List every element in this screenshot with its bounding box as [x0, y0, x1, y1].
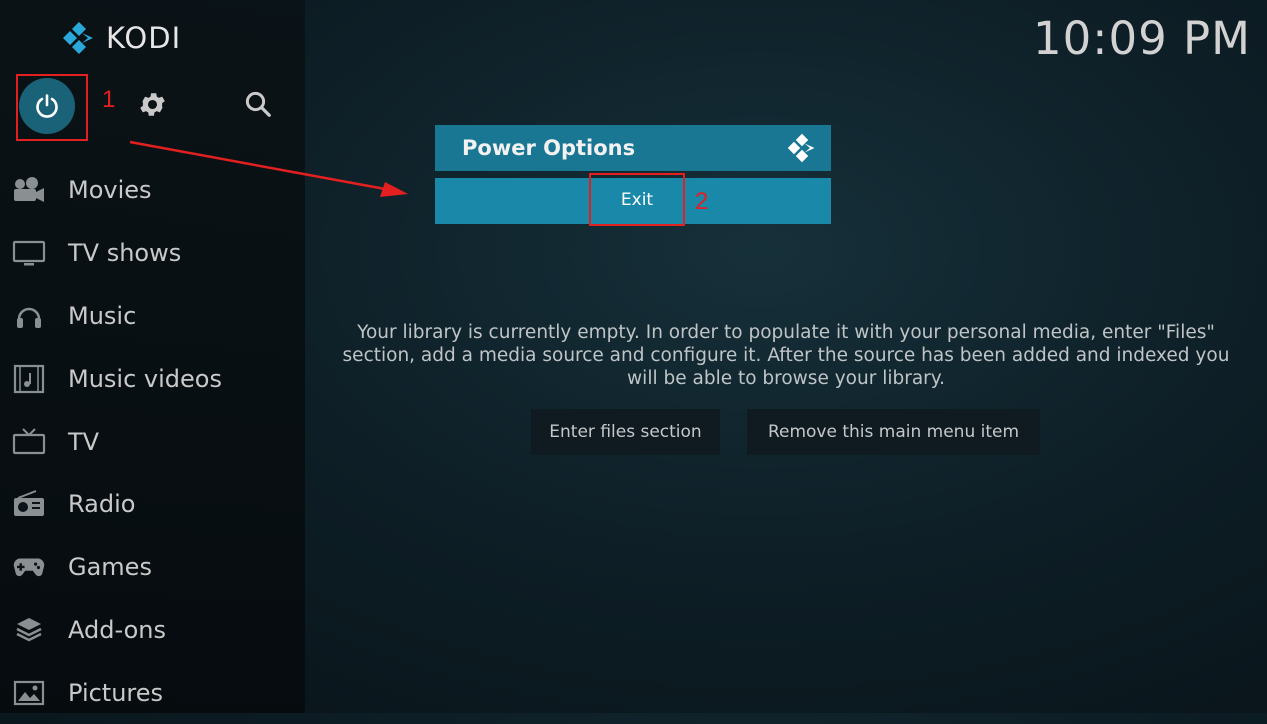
sidebar-item-label: TV shows	[68, 239, 182, 268]
sidebar-item-label: Pictures	[68, 678, 164, 707]
sidebar-item-label: Music	[68, 301, 137, 330]
empty-library-message: Your library is currently empty. In orde…	[342, 322, 1230, 389]
search-icon	[245, 91, 271, 117]
sidebar-item-movies[interactable]: Movies	[0, 159, 305, 222]
enter-files-section-button[interactable]: Enter files section	[531, 409, 720, 455]
tv-icon	[12, 425, 46, 459]
highlight-box-power	[16, 74, 88, 141]
highlight-box-exit	[589, 173, 685, 226]
sidebar-item-radio[interactable]: Radio	[0, 473, 305, 536]
kodi-logo-text: KODI	[106, 21, 182, 55]
sidebar-item-label: Music videos	[68, 364, 222, 393]
sidebar-item-label: Games	[68, 553, 152, 582]
kodi-logo-icon	[63, 22, 93, 54]
sidebar-item-pictures[interactable]: Pictures	[0, 661, 305, 724]
headphones-icon	[12, 299, 46, 333]
sidebar-item-games[interactable]: Games	[0, 536, 305, 599]
pictures-icon	[12, 676, 46, 710]
sidebar-item-label: Movies	[68, 176, 152, 205]
sidebar-item-label: TV	[68, 427, 100, 456]
power-options-dialog-header: Power Options	[435, 125, 831, 171]
gamepad-icon	[12, 550, 46, 584]
sidebar-item-tv[interactable]: TV	[0, 410, 305, 473]
dialog-title: Power Options	[462, 136, 636, 160]
kodi-logo: KODI	[60, 20, 181, 56]
remove-menu-item-button[interactable]: Remove this main menu item	[747, 409, 1040, 455]
music-videos-icon	[12, 362, 46, 396]
addons-icon	[12, 613, 46, 647]
search-button[interactable]	[243, 89, 273, 123]
sidebar-item-music[interactable]: Music	[0, 285, 305, 348]
sidebar-item-add-ons[interactable]: Add-ons	[0, 599, 305, 662]
main-menu: Movies TV shows Music Music videos TV Ra…	[0, 159, 305, 724]
gear-icon	[140, 93, 165, 116]
clock: 10:09 PM	[1033, 12, 1251, 65]
movies-icon	[12, 173, 46, 207]
sidebar-item-tv-shows[interactable]: TV shows	[0, 222, 305, 285]
sidebar-item-label: Add-ons	[68, 615, 166, 644]
radio-icon	[12, 487, 46, 521]
sidebar-item-music-videos[interactable]: Music videos	[0, 347, 305, 410]
tv-shows-icon	[12, 236, 46, 270]
kodi-logo-icon	[787, 133, 815, 163]
step-number-2: 2	[695, 188, 709, 215]
sidebar-item-label: Radio	[68, 490, 136, 519]
settings-button[interactable]	[137, 89, 168, 124]
step-number-1: 1	[102, 86, 116, 113]
